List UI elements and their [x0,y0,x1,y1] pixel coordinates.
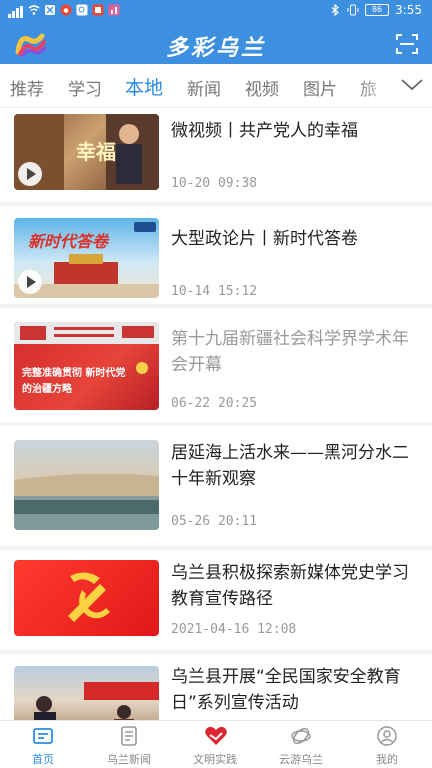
app-title: 多彩乌兰 [165,36,266,61]
tab-fade [356,64,396,107]
more-tabs-button[interactable] [392,64,432,107]
news-feed: 幸福 微视频丨共产党人的幸福 10-20 09:38 新时代答卷 大型政论片丨新… [0,108,432,720]
top-bar: 86 3:55 多彩乌兰 [0,0,432,64]
article-time: 10-14 15:12 [171,284,258,299]
nav-label: 我的 [376,753,398,766]
article-title: 第十九届新疆社会科学界学术年会开幕 [171,329,409,375]
message-app-icon [92,4,104,16]
nav-label: 首页 [32,753,54,766]
notification-icon [45,5,55,15]
play-icon [18,270,42,294]
tab-news[interactable]: 新闻 [187,75,221,100]
article-time: 05-26 20:11 [171,514,258,529]
category-tabs: 推荐 学习 本地 新闻 视频 图片 旅 [0,64,432,108]
article-thumbnail: 幸福 [14,114,159,190]
nav-label: 文明实践 [193,753,237,766]
article-time: 10-20 09:38 [171,176,258,191]
play-icon [18,162,42,186]
nav-wulan-news[interactable]: 乌兰新闻 [86,721,172,768]
nav-mine[interactable]: 我的 [344,721,430,768]
nav-label: 乌兰新闻 [107,753,151,766]
nav-label: 云游乌兰 [279,753,323,766]
nav-civilization[interactable]: 文明实践 [172,721,258,768]
article-title: 乌兰县积极探索新媒体党史学习教育宣传路径 [171,563,409,609]
tab-study[interactable]: 学习 [68,75,102,100]
heart-icon [205,726,227,745]
scan-icon[interactable] [396,33,418,55]
list-item[interactable]: 乌兰县开展“全民国家安全教育日”系列宣传活动 [0,654,432,720]
article-title: 居延海上活水来——黑河分水二十年新观察 [171,443,409,489]
tab-pictures[interactable]: 图片 [303,75,337,100]
article-thumbnail: 完整准确贯彻 新时代党的治疆方略 [14,322,159,410]
home-icon [33,728,53,744]
thumbnail-art [34,682,159,720]
list-item[interactable]: 幸福 微视频丨共产党人的幸福 10-20 09:38 [0,108,432,202]
tab-local[interactable]: 本地 [125,73,163,100]
news-icon [121,726,137,746]
thumbnail-art [14,473,159,530]
list-item[interactable]: 乌兰县积极探索新媒体党史学习教育宣传路径 2021-04-16 12:08 [0,550,432,650]
thumbnail-caption: 新时代答卷 [28,232,109,251]
bottom-nav: 首页 乌兰新闻 文明实践 云游乌兰 我的 [0,720,432,768]
search-app-icon [76,4,88,16]
article-thumbnail [14,560,159,636]
signal-icon [8,4,24,18]
article-thumbnail [14,666,159,720]
list-item[interactable]: 完整准确贯彻 新时代党的治疆方略 第十九届新疆社会科学界学术年会开幕 06-22… [0,308,432,422]
status-icons-left [8,4,120,18]
article-time: 2021-04-16 12:08 [171,622,297,637]
article-thumbnail [14,440,159,530]
article-title: 大型政论片丨新时代答卷 [171,229,358,249]
battery-icon: 86 [365,4,390,16]
weibo-icon [60,4,72,16]
article-title: 微视频丨共产党人的幸福 [171,121,358,141]
chart-app-icon [108,4,120,16]
tab-video[interactable]: 视频 [245,75,279,100]
status-bar: 86 3:55 [0,0,432,24]
user-icon [377,726,397,746]
wifi-icon [28,5,40,15]
article-title: 乌兰县开展“全民国家安全教育日”系列宣传活动 [171,667,401,713]
clock: 3:55 [395,3,422,17]
bluetooth-icon [331,4,339,16]
nav-home[interactable]: 首页 [0,721,86,768]
app-bar: 多彩乌兰 [0,24,432,64]
list-item[interactable]: 居延海上活水来——黑河分水二十年新观察 05-26 20:11 [0,426,432,546]
list-item[interactable]: 新时代答卷 大型政论片丨新时代答卷 10-14 15:12 [0,206,432,304]
tab-recommend[interactable]: 推荐 [10,75,44,100]
vibrate-icon [347,4,359,16]
article-thumbnail: 新时代答卷 [14,218,159,298]
status-icons-right: 86 3:55 [329,3,422,17]
thumbnail-caption: 幸福 [76,140,116,164]
nav-cloud-tour[interactable]: 云游乌兰 [258,721,344,768]
party-emblem-icon [68,572,110,622]
thumbnail-caption: 完整准确贯彻 新时代党的治疆方略 [22,368,126,395]
tour-icon [291,727,311,745]
chevron-down-icon [401,79,423,91]
article-time: 06-22 20:25 [171,396,258,411]
